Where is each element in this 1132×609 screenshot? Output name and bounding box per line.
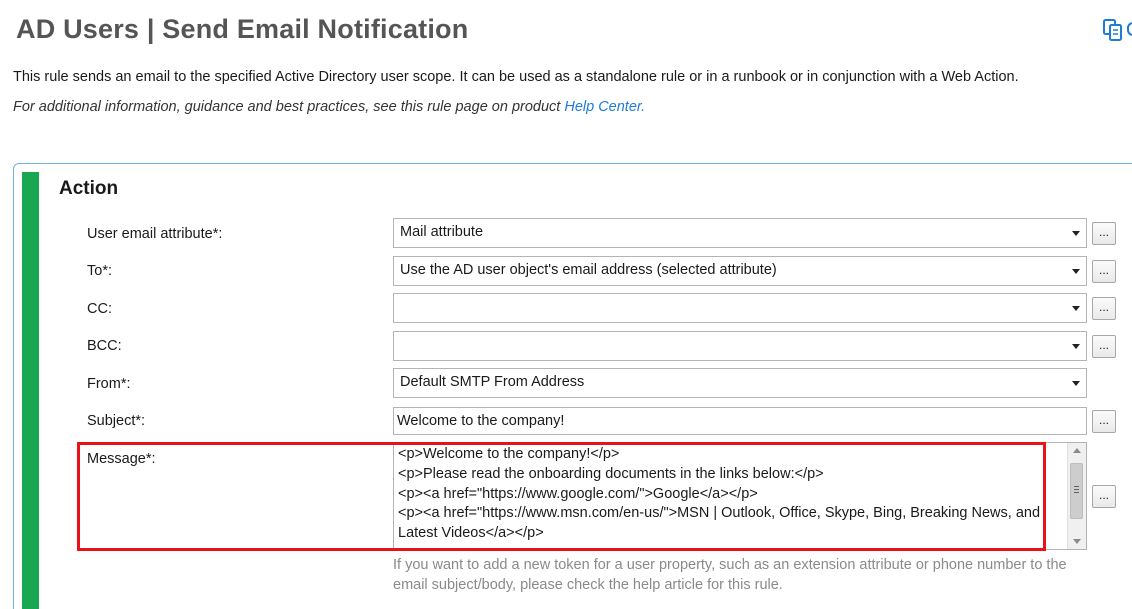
info-line: For additional information, guidance and…: [13, 99, 645, 115]
bcc-browse-button[interactable]: ...: [1092, 335, 1116, 358]
user-email-attribute-label: User email attribute*:: [87, 226, 223, 242]
page: AD Users | Send Email Notification This …: [0, 0, 1132, 609]
to-select[interactable]: Use the AD user object's email address (…: [393, 256, 1087, 286]
cc-browse-button[interactable]: ...: [1092, 297, 1116, 320]
message-scrollbar[interactable]: [1067, 443, 1086, 549]
from-label: From*:: [87, 376, 131, 392]
cc-select[interactable]: [393, 293, 1087, 323]
user-email-attribute-value: Mail attribute: [400, 224, 484, 240]
section-title: Action: [59, 178, 119, 199]
bcc-label: BCC:: [87, 338, 122, 354]
message-highlight-box: [77, 442, 1046, 551]
message-browse-button[interactable]: ...: [1092, 485, 1116, 508]
chevron-down-icon: [1072, 381, 1080, 386]
to-label: To*:: [87, 263, 112, 279]
token-help-text: If you want to add a new token for a use…: [393, 557, 1067, 593]
rule-description: This rule sends an email to the specifie…: [13, 69, 1019, 85]
copy-icon[interactable]: [1102, 18, 1124, 42]
chevron-down-icon: [1072, 269, 1080, 274]
chevron-down-icon: [1072, 306, 1080, 311]
subject-label: Subject*:: [87, 413, 146, 429]
cc-label: CC:: [87, 301, 112, 317]
user-email-attribute-browse-button[interactable]: ...: [1092, 222, 1116, 245]
help-center-link[interactable]: Help Center.: [564, 99, 645, 115]
page-title: AD Users | Send Email Notification: [16, 14, 469, 44]
overflow-icon[interactable]: [1127, 22, 1132, 36]
from-select[interactable]: Default SMTP From Address: [393, 368, 1087, 398]
scroll-thumb[interactable]: [1070, 463, 1083, 519]
to-value: Use the AD user object's email address (…: [400, 262, 777, 278]
subject-input[interactable]: [393, 407, 1087, 435]
to-browse-button[interactable]: ...: [1092, 260, 1116, 283]
info-text: For additional information, guidance and…: [13, 99, 565, 115]
section-accent-bar: [22, 172, 39, 609]
from-value: Default SMTP From Address: [400, 374, 585, 390]
subject-browse-button[interactable]: ...: [1092, 410, 1116, 433]
user-email-attribute-select[interactable]: Mail attribute: [393, 218, 1087, 248]
chevron-down-icon: [1072, 231, 1080, 236]
chevron-down-icon: [1072, 344, 1080, 349]
scroll-up-icon[interactable]: [1073, 448, 1081, 453]
bcc-select[interactable]: [393, 331, 1087, 361]
scroll-down-icon[interactable]: [1073, 539, 1081, 544]
